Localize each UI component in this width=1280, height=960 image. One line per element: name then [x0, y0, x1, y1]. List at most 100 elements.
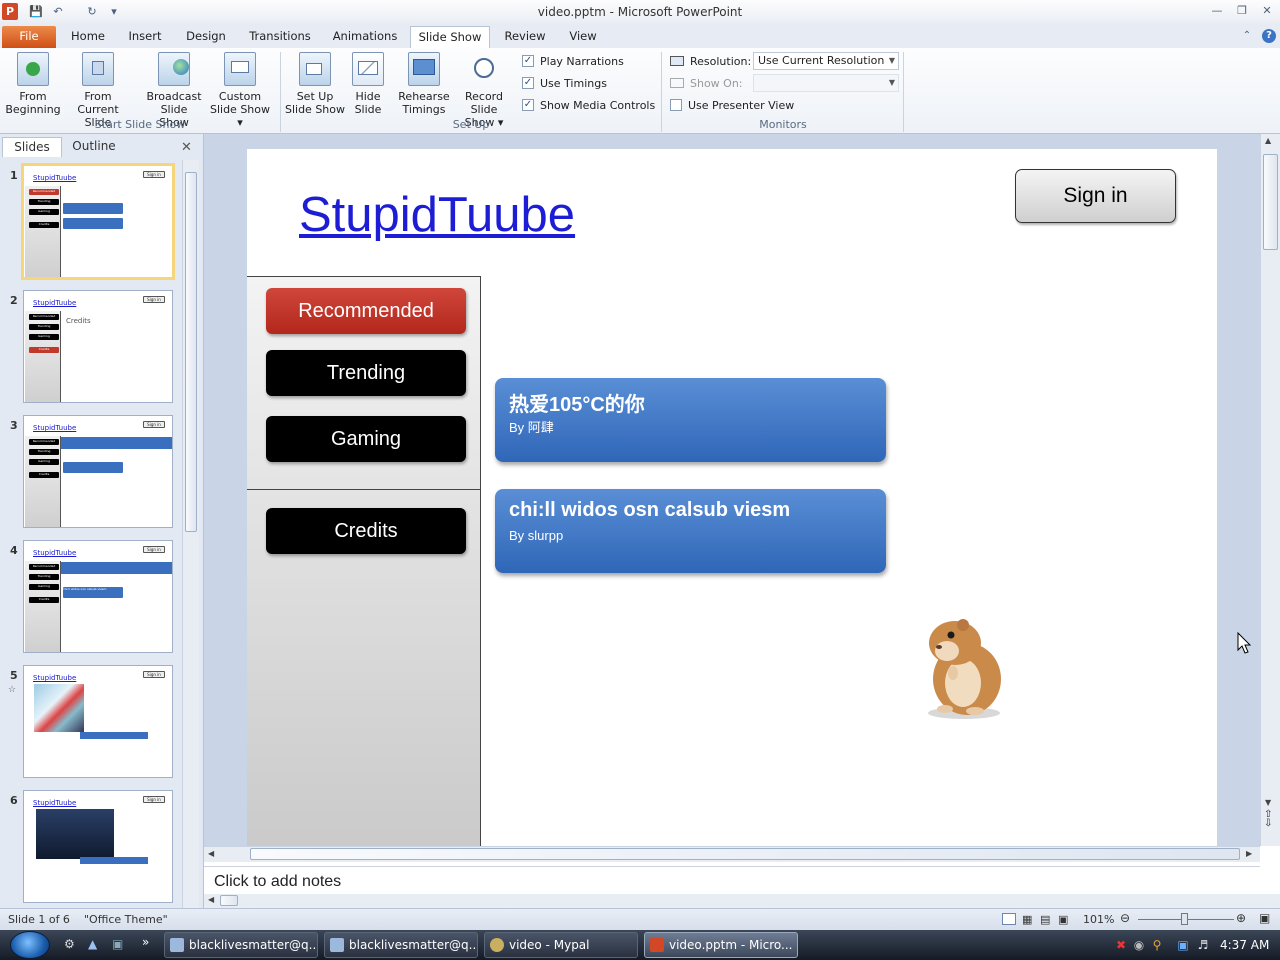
tray-monitor-icon[interactable]: ▣	[1176, 938, 1190, 952]
slide-nav-recommended[interactable]: Recommended	[266, 288, 466, 334]
slide-sorter-icon[interactable]: ▦	[1022, 913, 1032, 926]
quick-launch-icon[interactable]: ⚙	[64, 937, 75, 951]
hamster-image[interactable]	[919, 613, 1009, 723]
slide-thumbnail-row[interactable]: 2 StupidTuube Sign in Recommended Trendi…	[0, 290, 182, 408]
tab-home[interactable]: Home	[64, 26, 112, 48]
reading-view-icon[interactable]: ▤	[1040, 913, 1050, 926]
scroll-thumb[interactable]	[185, 172, 197, 532]
taskbar-item[interactable]: video - Mypal	[484, 932, 638, 958]
slide-thumbnail[interactable]: StupidTuube Sign in Recommended Trending…	[21, 163, 175, 280]
tab-slide-show[interactable]: Slide Show	[410, 26, 490, 48]
custom-slide-show-button[interactable]: Custom Slide Show ▾	[206, 52, 274, 129]
taskbar-item[interactable]: blacklivesmatter@q...	[164, 932, 318, 958]
record-slide-show-button[interactable]: Record Slide Show ▾	[450, 52, 518, 129]
tab-review[interactable]: Review	[500, 26, 550, 48]
main-vertical-scrollbar[interactable]: ▲ ▼ ⇧ ⇩	[1260, 134, 1280, 846]
tray-search-icon[interactable]: ⚲	[1150, 938, 1164, 952]
from-current-slide-button[interactable]: From Current Slide	[64, 52, 132, 129]
slide-canvas[interactable]: StupidTuube Sign in Recommended Trending…	[247, 149, 1217, 846]
slide-video-card[interactable]: chi:ll widos osn calsub viesm By slurpp	[495, 489, 886, 573]
clock[interactable]: 4:37 AM	[1220, 938, 1269, 952]
slide-thumbnail[interactable]: StupidTuube Sign in Recommended Trending…	[23, 415, 173, 528]
zoom-level[interactable]: 101%	[1083, 913, 1114, 926]
scroll-left-icon[interactable]: ◀	[208, 849, 214, 858]
slide-thumbnail-row[interactable]: 5 ☆ StupidTuube Sign in	[0, 665, 182, 783]
custom-label-1: Custom	[218, 90, 262, 103]
minimize-ribbon-icon[interactable]: ⌃	[1240, 29, 1254, 43]
notes-scrollbar[interactable]: ◀	[204, 894, 1280, 908]
slide-thumbnail[interactable]: StupidTuube Sign in Recommended Trending…	[23, 290, 173, 403]
help-icon[interactable]: ?	[1262, 29, 1276, 43]
play-narrations-checkbox[interactable]: ✓ Play Narrations	[522, 52, 624, 70]
slide-thumbnail[interactable]: StupidTuube Sign in	[23, 665, 173, 778]
slide-sign-in-button[interactable]: Sign in	[1015, 169, 1176, 223]
from-beginning-button[interactable]: From Beginning	[4, 52, 62, 118]
chevron-right-icon[interactable]: »	[142, 935, 149, 949]
scroll-thumb[interactable]	[250, 848, 1240, 860]
slide-thumbnail-row[interactable]: 4 StupidTuube Sign in Recommended Trendi…	[0, 540, 182, 658]
scroll-down-icon[interactable]: ▼	[1265, 798, 1271, 807]
hide-slide-button[interactable]: Hide Slide	[348, 52, 388, 118]
scroll-thumb[interactable]	[1263, 154, 1278, 250]
show-on-label: Show On:	[690, 76, 743, 90]
slide-thumbnail-row[interactable]: 6 StupidTuube Sign in	[0, 790, 182, 908]
use-presenter-view-checkbox[interactable]: Use Presenter View	[670, 96, 794, 114]
restore-icon[interactable]: ❐	[1233, 4, 1251, 18]
slide-thumbnail[interactable]: StupidTuube Sign in Recommended Trending…	[23, 540, 173, 653]
set-up-slide-show-button[interactable]: Set Up Slide Show	[284, 52, 346, 118]
slide-thumbnail-row[interactable]: 3 StupidTuube Sign in Recommended Trendi…	[0, 415, 182, 533]
scroll-left-icon[interactable]: ◀	[208, 895, 214, 904]
slide-title[interactable]: StupidTuube	[299, 187, 575, 243]
horizontal-scrollbar[interactable]: ◀ ▶	[204, 846, 1260, 862]
thumb-nav-button: Recommended	[29, 314, 59, 320]
minimize-icon[interactable]: —	[1208, 4, 1226, 18]
tray-volume-icon[interactable]: ♬	[1196, 938, 1210, 952]
start-button[interactable]	[10, 931, 50, 959]
scroll-up-icon[interactable]: ▲	[1265, 136, 1271, 145]
previous-slide-icon[interactable]: ⇧ ⇩	[1264, 810, 1272, 829]
theme-name[interactable]: "Office Theme"	[84, 913, 168, 926]
zoom-slider-handle[interactable]	[1181, 913, 1188, 925]
slide-show-view-icon[interactable]: ▣	[1058, 913, 1068, 926]
close-icon[interactable]: ✕	[1258, 4, 1276, 18]
close-pane-icon[interactable]: ✕	[181, 140, 192, 155]
slides-pane-scrollbar[interactable]	[182, 160, 199, 908]
resolution-select[interactable]: Use Current Resolution ▼	[753, 52, 899, 70]
slide-nav-gaming[interactable]: Gaming	[266, 416, 466, 462]
scroll-thumb[interactable]	[220, 895, 238, 906]
show-on-select[interactable]: ▼	[753, 74, 899, 92]
tab-file[interactable]: File	[2, 26, 56, 48]
use-timings-label: Use Timings	[540, 76, 607, 90]
show-media-controls-checkbox[interactable]: ✓ Show Media Controls	[522, 96, 655, 114]
slide-thumbnail-row[interactable]: 1 StupidTuube Sign in Recommended Trendi…	[0, 163, 182, 283]
taskbar-item[interactable]: blacklivesmatter@q...	[324, 932, 478, 958]
tab-view[interactable]: View	[560, 26, 606, 48]
rehearse-timings-button[interactable]: Rehearse Timings	[396, 52, 452, 118]
tab-insert[interactable]: Insert	[122, 26, 168, 48]
taskbar-item[interactable]: video.pptm - Micro...	[644, 932, 798, 958]
slide-video-card[interactable]: 热爱105°C的你 By 阿肆	[495, 378, 886, 462]
tab-design[interactable]: Design	[180, 26, 232, 48]
broadcast-slide-show-button[interactable]: Broadcast Slide Show	[144, 52, 204, 129]
tray-network-icon[interactable]: ◉	[1132, 938, 1146, 952]
slide-nav-trending[interactable]: Trending	[266, 350, 466, 396]
tray-error-icon[interactable]: ✖	[1114, 938, 1128, 952]
quick-launch-icon[interactable]: ▲	[88, 937, 97, 951]
tab-outline[interactable]: Outline	[64, 137, 124, 157]
zoom-out-icon[interactable]: ⊖	[1120, 911, 1130, 925]
scroll-right-icon[interactable]: ▶	[1246, 849, 1252, 858]
tab-transitions[interactable]: Transitions	[244, 26, 316, 48]
resolution-value: Use Current Resolution	[758, 54, 885, 67]
rehearse-label-1: Rehearse	[398, 90, 450, 103]
tab-slides[interactable]: Slides	[2, 137, 62, 157]
zoom-in-icon[interactable]: ⊕	[1236, 911, 1246, 925]
slide-nav-credits[interactable]: Credits	[266, 508, 466, 554]
window-icon	[330, 938, 344, 952]
tab-animations[interactable]: Animations	[328, 26, 402, 48]
slide-thumbnail[interactable]: StupidTuube Sign in	[23, 790, 173, 903]
fit-to-window-icon[interactable]: ▣	[1259, 911, 1270, 925]
normal-view-icon[interactable]	[1002, 913, 1016, 925]
notes-pane[interactable]: Click to add notes	[204, 866, 1260, 894]
quick-launch-icon[interactable]: ▣	[112, 937, 123, 951]
use-timings-checkbox[interactable]: ✓ Use Timings	[522, 74, 607, 92]
